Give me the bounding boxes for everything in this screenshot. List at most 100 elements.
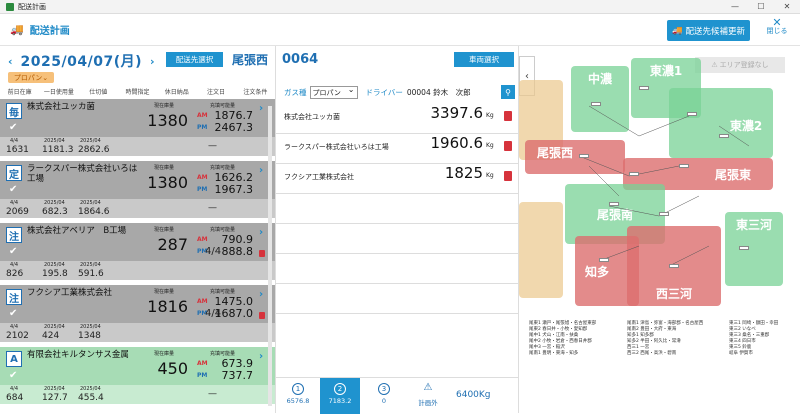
customer-card[interactable]: 定ラークスパー株式会社いろは工場 ✔ 現在庫量 1380 充填可能量 AM 1626.2 PM… [0,161,275,219]
chevron-right-icon[interactable]: › [259,289,263,300]
select-vehicle-button[interactable]: 車両選択 [454,52,514,67]
check-icon[interactable]: ✔ [9,184,17,195]
current-stock: 450 [157,359,188,378]
close-icon: ✕ [772,16,782,29]
delivery-row[interactable]: フクシア工業株式会社 1825 Kg [276,164,519,194]
map-marker[interactable] [629,172,639,176]
window-close-button[interactable]: ✕ [774,2,800,11]
am-label: AM [197,298,208,305]
window-controls: — ☐ ✕ [722,2,800,11]
order-type-badge: 定 [6,165,22,181]
delivery-row[interactable]: ラークスパー株式会社いろは工場 1960.6 Kg [276,134,519,164]
delete-icon[interactable] [259,312,265,319]
search-icon[interactable]: ⚲ [501,85,515,99]
customer-card[interactable]: 注株式会社アベリア B工場 ✔ 現在庫量 287 充填可能量 AM 790.9 PM 888.8… [0,223,275,281]
am-label: AM [197,360,208,367]
chevron-right-icon[interactable]: › [259,351,263,362]
column-header[interactable]: 前日在庫 [0,87,39,99]
map-marker[interactable] [659,212,669,216]
delete-icon[interactable] [504,141,512,151]
current-stock-label: 現在庫量 [154,227,175,233]
area-map[interactable]: ‹ ⚠ エリア登録なし 中濃 東濃1 東濃2 尾張西 尾張東 尾張南 東三河 知多… [518,46,800,413]
close-button[interactable]: ✕ 閉じる [760,16,794,36]
gas-type-filter[interactable]: プロパン ⌄ [8,72,54,83]
delete-icon[interactable] [504,171,512,181]
stat-label: 2025/04 [80,262,101,268]
map-marker[interactable] [599,258,609,262]
delivery-row[interactable] [276,194,519,224]
map-marker[interactable] [579,154,589,158]
route-lines [578,105,750,267]
check-icon[interactable]: ✔ [9,370,17,381]
scrollbar[interactable] [268,106,272,406]
map-marker[interactable] [591,102,601,106]
order-type-badge: 毎 [6,103,22,119]
gas-type-select[interactable]: プロパン [309,85,358,99]
chevron-right-icon[interactable]: › [259,103,263,114]
customer-card[interactable]: 毎株式会社ユッカ菌 ✔ 現在庫量 1380 充填可能量 AM 1876.7 PM 2467.3 ›… [0,99,275,157]
map-marker[interactable] [609,202,619,206]
delete-icon[interactable] [259,250,265,257]
window-titlebar: 配送計画 — ☐ ✕ [0,0,800,14]
current-stock-label: 現在庫量 [154,351,175,357]
update-candidates-button[interactable]: 🚚 配送先候補更新 [667,20,750,41]
chevron-right-icon[interactable]: › [259,227,263,238]
stat-dash: — [208,389,217,399]
check-icon[interactable]: ✔ [9,122,17,133]
stat-label: 4/4 [10,262,19,268]
trip-tab-1[interactable]: 1 6576.8 [278,378,318,414]
column-header[interactable]: 一日使用量 [39,87,78,99]
legend-item: 岐阜 伊賀市 [729,351,753,356]
select-destination-button[interactable]: 配送先選択 [166,52,223,67]
maximize-button[interactable]: ☐ [748,2,774,11]
order-type-badge: 注 [6,227,22,243]
card-stats: 4/4 826 2025/04 195.8 2025/04 591.6 [0,261,275,280]
app-icon [6,2,14,11]
trip-tab-2[interactable]: 2 7183.2 [320,378,360,414]
delivery-row[interactable] [276,284,519,314]
delivery-row[interactable] [276,224,519,254]
unplanned-label: 計画外 [418,399,438,407]
delivery-fraction: 4/4 [205,308,222,319]
customer-card[interactable]: 注フクシア工業株式会社 ✔ 現在庫量 1816 充填可能量 AM 1475.0 PM 1687.… [0,285,275,343]
customer-name: ラークスパー株式会社いろは工場 [27,164,138,184]
map-marker[interactable] [639,86,649,90]
delete-icon[interactable] [504,111,512,121]
check-icon[interactable]: ✔ [9,308,17,319]
customer-card[interactable]: A 有限会社キルタンサス金属 ✔ 現在庫量 450 充填可能量 AM 673.9 PM 737.7… [0,347,275,405]
check-icon[interactable]: ✔ [9,246,17,257]
delivery-row[interactable]: 株式会社ユッカ菌 3397.6 Kg [276,104,519,134]
order-type-badge: 注 [6,289,22,305]
map-marker[interactable] [739,246,749,250]
stat-label: 4/4 [10,138,19,144]
capacity-label: 充填可能量 [210,351,236,357]
column-header[interactable]: 注文条件 [236,87,275,99]
stat-label: 2025/04 [80,386,101,392]
legend-column: 東三1 岡崎・額田・幸田 東三2 いなべ 東三3 桑名・三重郡 東三4 四日市 東三5 … [729,321,800,357]
unplanned-tab[interactable]: ⚠ 計画外 [408,378,448,414]
map-marker[interactable] [719,134,729,138]
map-marker[interactable] [669,264,679,268]
column-header[interactable]: 仕切値 [79,87,118,99]
column-header[interactable]: 休日納品 [157,87,196,99]
column-header[interactable]: 時間指定 [118,87,157,99]
map-marker[interactable] [679,164,689,168]
legend-item: 尾南1 豊明・東海・知多 [529,351,579,356]
delivery-row[interactable] [276,254,519,284]
customer-name: 有限会社キルタンサス金属 [27,350,129,360]
truck-icon: 🚚 [671,25,683,36]
trip-tab-3[interactable]: 30 [364,378,404,414]
minimize-button[interactable]: — [722,2,748,11]
map-marker[interactable] [687,112,697,116]
chevron-down-icon: ⌄ [42,73,49,82]
column-header[interactable]: 注文日 [196,87,235,99]
customer-panel: ‹ 2025/04/07(月) › 配送先選択 尾張西 プロパン ⌄ 前日在庫 一… [0,46,275,413]
chevron-right-icon[interactable]: › [259,165,263,176]
stat-value: 1348 [78,331,101,341]
next-date-icon[interactable]: › [150,55,155,68]
stat-dash: — [208,141,217,151]
prev-date-icon[interactable]: ‹ [8,55,13,68]
trip-number: 2 [334,383,346,395]
pm-capacity: 2467.3 [214,121,254,134]
stat-label: 2025/04 [44,200,65,206]
